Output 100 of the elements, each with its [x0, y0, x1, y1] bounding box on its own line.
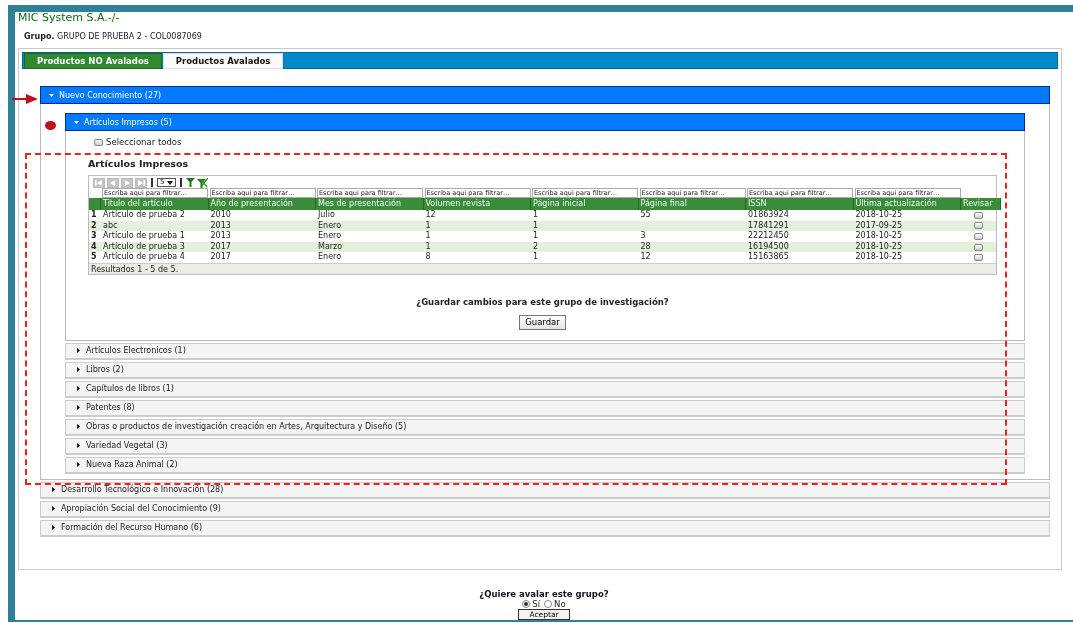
tab[interactable]: Productos Avalados [162, 53, 284, 69]
table-cell-text: 12 [424, 210, 437, 221]
save-prompt: ¿Guardar cambios para este grupo de investigación? [415, 296, 670, 307]
table-cell-text: 2017 [209, 241, 232, 252]
review-checkbox[interactable] [974, 254, 983, 262]
table-cell-text: 12 [639, 252, 652, 263]
accordion-header[interactable]: Apropiación Social del Conocimiento (9) [40, 500, 1050, 518]
clear-filter-icon[interactable] [197, 177, 209, 188]
column-header[interactable]: Revisar [961, 198, 1001, 210]
table-cell-text: abc [102, 220, 119, 231]
table-cell-text: 2018-10-25 [854, 231, 903, 242]
accordion-header[interactable]: Libros (2) [65, 361, 1025, 379]
row-number: 3 [90, 231, 98, 242]
accordion-title: Nueva Raza Animal (2) [86, 460, 178, 470]
table-cell-text: 16194500 [747, 241, 790, 252]
row-number: 5 [90, 252, 98, 263]
table-cell-text: 55 [639, 210, 652, 221]
review-checkbox[interactable] [974, 243, 983, 251]
accordion-title: Variedad Vegetal (3) [86, 441, 168, 451]
column-header[interactable]: ISSN [746, 198, 854, 210]
previous-page-button[interactable] [107, 177, 119, 188]
column-header[interactable]: Titulo del artículo [101, 198, 209, 210]
review-checkbox[interactable] [974, 211, 983, 219]
caret-icon [167, 180, 174, 185]
accordion-title: Obras o productos de investigación creación en Artes, Arquitectura y Diseño (5) [86, 422, 407, 432]
accordion-header[interactable]: Variedad Vegetal (3) [65, 437, 1025, 455]
caret-icon [51, 487, 56, 493]
table-cell-text: 2013 [209, 231, 232, 242]
table-cell-text: Marzo [317, 241, 344, 252]
accordion-title: Patentes (8) [86, 403, 135, 413]
review-checkbox[interactable] [974, 233, 983, 240]
table-cell-text: 17841291 [747, 220, 790, 231]
radio-option[interactable]: Sí [522, 599, 541, 609]
row-number-header [89, 198, 101, 210]
accordion-title: Formación del Recurso Humano (6) [61, 523, 203, 533]
table-cell-text: 2 [532, 241, 540, 252]
next-page-button[interactable] [121, 177, 133, 188]
last-page-button[interactable] [135, 177, 147, 188]
table-cell-text: 2017 [209, 252, 232, 263]
accordion-title: Libros (2) [86, 365, 124, 375]
radio-option[interactable]: No [544, 599, 566, 609]
arrow-icon [12, 93, 38, 105]
table-cell-text: 1 [424, 231, 432, 242]
next-icon [123, 179, 131, 186]
accordion-header[interactable]: Formación del Recurso Humano (6) [40, 519, 1050, 537]
accordion-title: Artículos Impresos (5) [84, 117, 172, 127]
caret-icon [74, 119, 79, 125]
table-cell-text: 1 [532, 220, 540, 231]
review-checkbox[interactable] [974, 222, 983, 230]
row-number: 1 [90, 210, 98, 221]
accordion-title: Apropiación Social del Conocimiento (9) [61, 504, 221, 514]
column-header[interactable]: Año de presentación [208, 198, 316, 210]
table-cell-text: 2018-10-25 [854, 252, 903, 263]
tab[interactable]: Productos NO Avalados [24, 53, 162, 69]
table-cell-text: 1 [424, 241, 432, 252]
caret-icon [76, 424, 81, 430]
accordion-title: Nuevo Conocimiento (27) [59, 90, 162, 100]
table-cell-text: 22212450 [747, 231, 790, 242]
accordion-header[interactable]: Nueva Raza Animal (2) [65, 456, 1025, 474]
accordion-header[interactable]: Nuevo Conocimiento (27) [40, 86, 1050, 104]
accordion-header[interactable]: Capítulos de libros (1) [65, 380, 1025, 398]
row-number: 4 [90, 241, 98, 252]
column-header[interactable]: Página inicial [531, 198, 639, 210]
dot-icon [45, 121, 56, 130]
accordion-header[interactable]: Obras o productos de investigación creación en Artes, Arquitectura y Diseño (5) [65, 418, 1025, 436]
caret-icon [49, 92, 54, 98]
caret-icon [51, 506, 56, 512]
caret-icon [76, 405, 81, 411]
checkbox-icon [94, 138, 103, 146]
caret-icon [76, 443, 81, 449]
table-cell-text: Enero [317, 220, 343, 231]
table-cell-text: Artículo de prueba 2 [102, 210, 186, 221]
table-cell-text: Enero [317, 252, 343, 263]
column-header[interactable]: Volumen revista [423, 198, 531, 210]
table-cell-text: 2010 [209, 210, 232, 221]
previous-icon [109, 179, 117, 186]
table-cell-text: Artículo de prueba 4 [102, 252, 186, 263]
save-button[interactable]: Guardar [519, 314, 566, 330]
table-cell-text: 1 [424, 220, 432, 231]
column-header[interactable]: Mes de presentación [316, 198, 424, 210]
table-cell-text: 15163865 [747, 252, 790, 263]
column-header[interactable]: Última actualización [853, 198, 961, 210]
caret-icon [76, 386, 81, 392]
table-cell-text: 2018-10-25 [854, 210, 903, 221]
first-page-button[interactable] [93, 177, 105, 188]
table-cell-text: 1 [532, 210, 540, 221]
table-cell-text: 2013 [209, 220, 232, 231]
table-cell-text: 1 [532, 252, 540, 263]
accordion-header[interactable]: Patentes (8) [65, 399, 1025, 417]
table-cell-text: 3 [639, 231, 647, 242]
accordion-header[interactable]: Artículos Electronicos (1) [65, 342, 1025, 360]
caret-icon [76, 367, 81, 373]
accordion-header[interactable]: Desarrollo Tecnológico e Innovación (28) [40, 481, 1050, 499]
table-cell-text: Artículo de prueba 3 [102, 241, 186, 252]
table-cell-text: Enero [317, 231, 343, 242]
accordion-header[interactable]: Artículos Impresos (5) [65, 113, 1025, 131]
column-header[interactable]: Página final [638, 198, 746, 210]
last-page-icon [137, 179, 145, 186]
accordion-title: Capítulos de libros (1) [86, 384, 174, 394]
select-all-checkbox[interactable]: Seleccionar todos [94, 137, 997, 147]
